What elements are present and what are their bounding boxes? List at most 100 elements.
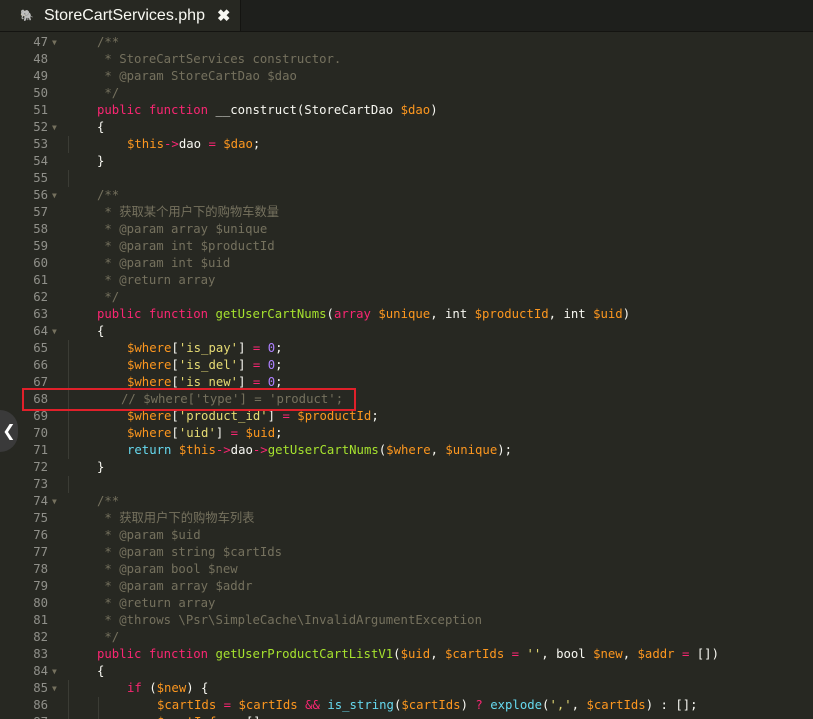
- code-token: []): [689, 647, 719, 661]
- code-line[interactable]: 62 */: [0, 289, 813, 306]
- code-token: );: [497, 443, 513, 457]
- code-line[interactable]: 57 * 获取某个用户下的购物车数量: [0, 204, 813, 221]
- code-content: * @return array: [97, 595, 215, 612]
- code-line[interactable]: 54}: [0, 153, 813, 170]
- indent-guide: [68, 136, 69, 153]
- code-token: * 获取某个用户下的购物车数量: [97, 205, 280, 219]
- code-line[interactable]: 85 ▼ if ($new) {: [0, 680, 813, 697]
- code-token: */: [97, 86, 120, 100]
- code-token: 'is_new': [178, 375, 239, 389]
- code-line[interactable]: 83 public function getUserProductCartList…: [0, 646, 813, 663]
- code-token: $where: [127, 358, 172, 372]
- indent-guide: [68, 476, 69, 493]
- code-content: $where['is_pay'] = 0;: [127, 340, 283, 357]
- line-number: 75: [33, 511, 48, 525]
- code-content: {: [97, 663, 104, 680]
- code-line[interactable]: 74 ▼ /**: [0, 493, 813, 510]
- code-token: ;: [371, 409, 379, 423]
- line-number: 62: [33, 290, 48, 304]
- code-line[interactable]: 56 ▼ /**: [0, 187, 813, 204]
- code-line[interactable]: 49 * @param StoreCartDao $dao: [0, 68, 813, 85]
- line-number: 65: [33, 341, 48, 355]
- fold-arrow-icon[interactable]: ▼: [52, 34, 62, 51]
- close-icon[interactable]: ✖: [217, 6, 230, 26]
- code-token: &&: [305, 698, 320, 712]
- code-line[interactable]: 48 * StoreCartServices constructor.: [0, 51, 813, 68]
- fold-arrow-icon[interactable]: ▼: [52, 663, 62, 680]
- code-content: public function getUserProductCartListV1…: [97, 646, 719, 663]
- line-number: 81: [33, 613, 48, 627]
- code-token: }: [97, 154, 105, 168]
- code-token: // $where['type'] = 'product';: [121, 392, 344, 406]
- code-token: /**: [97, 188, 120, 202]
- indent-guide: [68, 697, 69, 714]
- code-token: $productId: [297, 409, 372, 423]
- code-line[interactable]: 64 ▼ {: [0, 323, 813, 340]
- code-line[interactable]: 52 ▼ {: [0, 119, 813, 136]
- code-token: array: [333, 307, 371, 321]
- code-line[interactable]: 71 return $this->dao->getUserCartNums($wh…: [0, 442, 813, 459]
- code-line[interactable]: 73: [0, 476, 813, 493]
- code-line[interactable]: 84 ▼ {: [0, 663, 813, 680]
- code-line[interactable]: 81 * @throws \Psr\SimpleCache\InvalidArg…: [0, 612, 813, 629]
- code-content: }: [97, 459, 104, 476]
- code-token: ,: [430, 443, 446, 457]
- code-token: , bool: [541, 647, 594, 661]
- line-number: 51: [33, 103, 48, 117]
- line-number: 54: [33, 154, 48, 168]
- code-line[interactable]: 47 ▼ /**: [0, 34, 813, 51]
- code-token: , int: [430, 307, 475, 321]
- code-line[interactable]: 78 * @param bool $new: [0, 561, 813, 578]
- code-line[interactable]: 58 * @param array $unique: [0, 221, 813, 238]
- code-line[interactable]: 67 $where['is_new'] = 0;: [0, 374, 813, 391]
- code-token: [: [171, 341, 179, 355]
- code-line[interactable]: 66 $where['is_del'] = 0;: [0, 357, 813, 374]
- fold-arrow-icon[interactable]: ▼: [52, 187, 62, 204]
- code-token: ,: [571, 698, 587, 712]
- code-token: getUserCartNums: [267, 443, 379, 457]
- code-line[interactable]: 72}: [0, 459, 813, 476]
- code-line[interactable]: 60 * @param int $uid: [0, 255, 813, 272]
- code-token: ) : [];: [645, 698, 698, 712]
- code-line[interactable]: 70 $where['uid'] = $uid;: [0, 425, 813, 442]
- tab-storecartservices[interactable]: 🐘 StoreCartServices.php ✖: [0, 0, 241, 31]
- code-token: if: [127, 681, 142, 695]
- code-line[interactable]: 55: [0, 170, 813, 187]
- line-number: 72: [33, 460, 48, 474]
- code-content: * @param array $unique: [97, 221, 267, 238]
- code-line[interactable]: 63 public function getUserCartNums(array …: [0, 306, 813, 323]
- code-line[interactable]: 51 public function __construct(StoreCartD…: [0, 102, 813, 119]
- code-line[interactable]: 80 * @return array: [0, 595, 813, 612]
- code-line[interactable]: 59 * @param int $productId: [0, 238, 813, 255]
- code-line[interactable]: 79 * @param array $addr: [0, 578, 813, 595]
- code-token: =: [511, 647, 520, 661]
- code-line[interactable]: 69 $where['product_id'] = $productId;: [0, 408, 813, 425]
- code-token: return: [127, 443, 172, 457]
- code-line[interactable]: 75 * 获取用户下的购物车列表: [0, 510, 813, 527]
- line-number: 47: [33, 35, 48, 49]
- line-number: 60: [33, 256, 48, 270]
- fold-arrow-icon[interactable]: ▼: [52, 119, 62, 136]
- code-token: $cartIds: [586, 698, 646, 712]
- fold-arrow-icon[interactable]: ▼: [52, 493, 62, 510]
- fold-arrow-icon[interactable]: ▼: [52, 323, 62, 340]
- code-line[interactable]: 86 $cartIds = $cartIds && is_string($cart…: [0, 697, 813, 714]
- code-area[interactable]: 47 ▼ /** 48 * StoreCartServices constructor…: [0, 34, 813, 719]
- code-token: 'uid': [178, 426, 216, 440]
- code-line[interactable]: 76 * @param $uid: [0, 527, 813, 544]
- code-token: getUserProductCartListV1: [215, 647, 394, 661]
- code-token: * @param int $uid: [97, 256, 231, 270]
- code-line[interactable]: 77 * @param string $cartIds: [0, 544, 813, 561]
- code-line[interactable]: 53 $this->dao = $dao;: [0, 136, 813, 153]
- code-token: $where: [127, 341, 172, 355]
- code-line[interactable]: 50 */: [0, 85, 813, 102]
- line-number: 78: [33, 562, 48, 576]
- fold-arrow-icon[interactable]: ▼: [52, 680, 62, 697]
- code-line[interactable]: 65 $where['is_pay'] = 0;: [0, 340, 813, 357]
- code-line[interactable]: 68 // $where['type'] = 'product';: [0, 391, 813, 408]
- code-line[interactable]: 82 */: [0, 629, 813, 646]
- code-line[interactable]: 61 * @return array: [0, 272, 813, 289]
- code-line[interactable]: 87 $cartInfo = [];: [0, 714, 813, 719]
- code-token: function: [148, 307, 209, 321]
